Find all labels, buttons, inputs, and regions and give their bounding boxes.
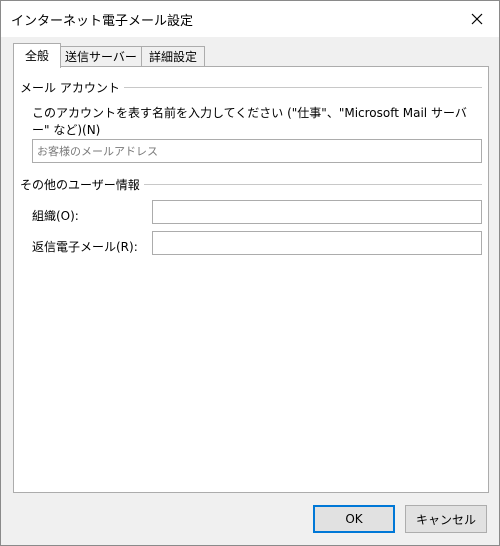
cancel-button-label: キャンセル — [415, 512, 476, 527]
organization-input[interactable] — [152, 200, 482, 224]
title-bar: インターネット電子メール設定 — [1, 1, 499, 37]
organization-label: 組織(O): — [32, 209, 79, 223]
tab-advanced-label: 詳細設定 — [148, 50, 197, 64]
close-button[interactable] — [455, 1, 499, 37]
user-info-group-label: その他のユーザー情報 — [20, 176, 144, 193]
general-tab-panel: メール アカウント このアカウントを表す名前を入力してください ("仕事"、"M… — [13, 66, 489, 493]
account-name-description: このアカウントを表す名前を入力してください ("仕事"、"Microsoft M… — [32, 106, 467, 137]
account-name-input[interactable]: お客様のメールアドレス — [32, 139, 482, 163]
mail-account-group-label: メール アカウント — [20, 79, 124, 96]
window-title: インターネット電子メール設定 — [11, 14, 194, 29]
cancel-button[interactable]: キャンセル — [405, 505, 487, 533]
tab-advanced[interactable]: 詳細設定 — [141, 46, 205, 67]
reply-email-label: 返信電子メール(R): — [32, 240, 138, 254]
tab-general-label: 全般 — [24, 49, 49, 63]
internet-email-settings-dialog: インターネット電子メール設定 全般 送信サーバー 詳細設定 メール アカウント … — [0, 0, 500, 546]
reply-email-input[interactable] — [152, 231, 482, 255]
tab-outgoing-server-label: 送信サーバー — [65, 50, 137, 64]
tab-outgoing-server[interactable]: 送信サーバー — [59, 46, 143, 67]
ok-button-label: OK — [345, 512, 363, 526]
ok-button[interactable]: OK — [313, 505, 395, 533]
account-name-placeholder: お客様のメールアドレス — [37, 145, 158, 158]
tab-general[interactable]: 全般 — [13, 43, 61, 68]
close-icon — [471, 13, 483, 25]
